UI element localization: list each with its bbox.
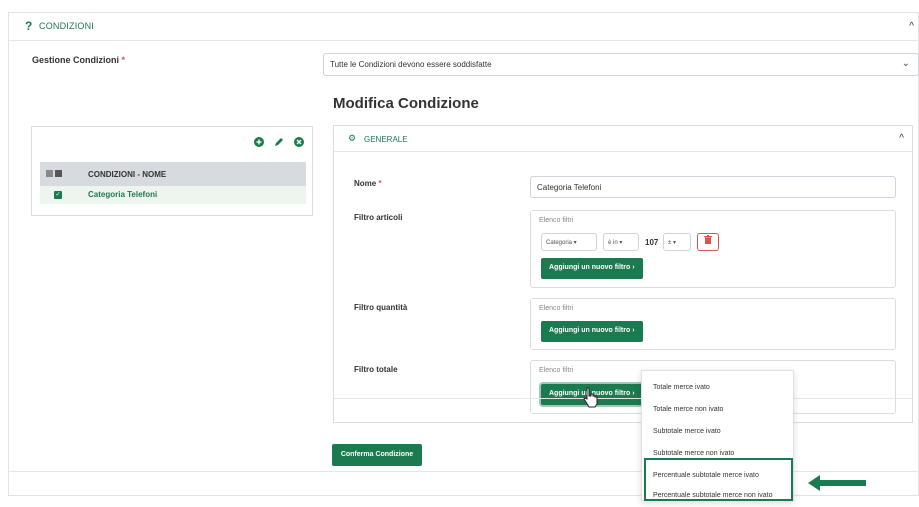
select-all-checkbox[interactable] <box>46 170 53 177</box>
field-select[interactable]: Categoria ▾ <box>541 233 597 251</box>
dropdown-highlight-box <box>644 458 793 501</box>
conditions-list-panel: CONDIZIONI - NOME ✓ Categoria Telefoni <box>31 126 313 216</box>
filtro-articoli-box: Elenco filtri Categoria ▾ è in ▾ 107 ± ▾… <box>530 210 896 288</box>
question-icon: ? <box>25 19 33 33</box>
page-title: Modifica Condizione <box>333 95 479 112</box>
section-title: CONDIZIONI <box>39 21 94 31</box>
generale-panel: ⚙ GENERALE ^ Nome * Categoria Telefoni F… <box>333 125 913 423</box>
chevron-down-icon: ⌄ <box>901 58 910 69</box>
list-header-row: CONDIZIONI - NOME <box>40 162 306 186</box>
chevron-up-icon[interactable]: ^ <box>899 133 904 144</box>
extra-select[interactable]: ± ▾ <box>663 233 691 251</box>
list-item-label: Categoria Telefoni <box>88 190 158 199</box>
edit-icon[interactable] <box>274 137 284 147</box>
add-icon[interactable] <box>254 137 264 147</box>
filtro-articoli-label: Filtro articoli <box>354 213 403 222</box>
operator-select-value: è in <box>608 240 618 246</box>
dropdown-item[interactable]: Subtotale merce ivato <box>642 421 795 443</box>
nome-value: Categoria Telefoni <box>537 183 602 192</box>
list-item[interactable]: ✓ Categoria Telefoni <box>40 186 306 204</box>
list-header-label: CONDIZIONI - NOME <box>88 170 167 179</box>
remove-icon[interactable] <box>294 137 304 147</box>
list-actions <box>254 137 304 147</box>
select-value: Tutte le Condizioni devono essere soddis… <box>330 60 492 69</box>
nome-label: Nome * <box>354 179 382 188</box>
gestione-label-text: Gestione Condizioni <box>32 55 119 65</box>
nome-input[interactable]: Categoria Telefoni <box>530 176 896 198</box>
row-checkbox[interactable]: ✓ <box>54 191 62 199</box>
filtro-quantita-box: Elenco filtri Aggiungi un nuovo filtro › <box>530 298 896 350</box>
add-filter-label: Aggiungi un nuovo filtro <box>549 327 631 334</box>
generale-header[interactable]: ⚙ GENERALE ^ <box>334 126 912 152</box>
delete-filter-button[interactable] <box>697 233 719 251</box>
elenco-filtri-label: Elenco filtri <box>539 305 574 312</box>
trash-icon <box>704 235 712 244</box>
gestione-condizioni-select[interactable]: Tutte le Condizioni devono essere soddis… <box>323 53 919 76</box>
divider <box>334 398 912 399</box>
generale-title: GENERALE <box>364 135 408 144</box>
gestione-condizioni-label: Gestione Condizioni * <box>32 55 125 65</box>
confirm-condition-button[interactable]: Conferma Condizione <box>332 444 422 466</box>
add-filter-label: Aggiungi un nuovo filtro <box>549 264 631 271</box>
required-marker: * <box>378 179 382 188</box>
filtro-quantita-label: Filtro quantità <box>354 303 408 312</box>
add-filter-button[interactable]: Aggiungi un nuovo filtro › <box>541 258 643 279</box>
hand-cursor-icon <box>583 387 598 408</box>
gear-icon: ⚙ <box>348 133 357 143</box>
filtro-totale-label: Filtro totale <box>354 365 398 374</box>
operator-select[interactable]: è in ▾ <box>603 233 639 251</box>
elenco-filtri-label: Elenco filtri <box>539 217 574 224</box>
required-marker: * <box>121 55 126 65</box>
extra-select-value: ± <box>668 240 672 246</box>
chevron-up-icon[interactable]: ^ <box>909 21 914 32</box>
add-filter-button[interactable]: Aggiungi un nuovo filtro › <box>541 321 643 342</box>
dropdown-item[interactable]: Totale merce ivato <box>642 377 795 399</box>
elenco-filtri-label: Elenco filtri <box>539 367 574 374</box>
column-toggle-icon[interactable] <box>55 170 62 177</box>
filter-value: 107 <box>645 238 659 247</box>
field-select-value: Categoria <box>546 240 573 246</box>
conditions-header[interactable]: ? CONDIZIONI ^ <box>9 13 918 41</box>
nome-label-text: Nome <box>354 179 377 188</box>
dropdown-item[interactable]: Totale merce non ivato <box>642 399 795 421</box>
arrow-left-icon <box>808 475 866 491</box>
